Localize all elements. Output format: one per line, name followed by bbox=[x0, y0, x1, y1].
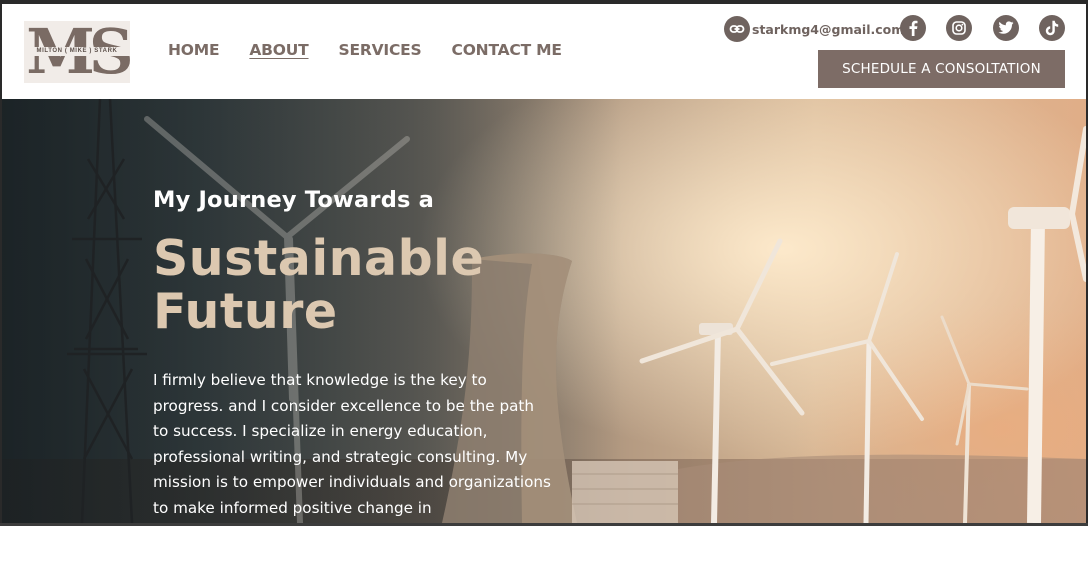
nav-item-home[interactable]: HOME bbox=[168, 41, 220, 59]
schedule-consultation-button[interactable]: SCHEDULE A CONSOLTATION bbox=[818, 50, 1065, 88]
tiktok-icon[interactable] bbox=[1039, 15, 1065, 41]
hero-subtitle: My Journey Towards a bbox=[153, 187, 435, 213]
contact-email[interactable]: starkmg4@gmail.com bbox=[724, 15, 904, 43]
link-icon bbox=[724, 16, 750, 42]
nav-item-about[interactable]: ABOUT bbox=[249, 41, 308, 59]
hero-title: Sustainable Future bbox=[153, 230, 485, 340]
window-bottom-border bbox=[0, 523, 1088, 526]
site-logo[interactable]: MS MILTON ( MIKE ) STARK bbox=[24, 21, 130, 83]
hero-body-text: I firmly believe that knowledge is the k… bbox=[153, 371, 551, 517]
main-nav: HOME ABOUT SERVICES CONTACT ME bbox=[168, 41, 592, 59]
facebook-icon[interactable] bbox=[900, 15, 926, 41]
instagram-icon[interactable] bbox=[946, 15, 972, 41]
logo-name: MILTON ( MIKE ) STARK bbox=[36, 48, 118, 54]
email-link[interactable]: starkmg4@gmail.com bbox=[752, 22, 904, 37]
site-header: MS MILTON ( MIKE ) STARK HOME ABOUT SERV… bbox=[2, 4, 1086, 99]
hero-section: My Journey Towards a Sustainable Future … bbox=[2, 99, 1086, 523]
nav-item-contact-me[interactable]: CONTACT ME bbox=[452, 41, 562, 59]
nav-item-services[interactable]: SERVICES bbox=[339, 41, 422, 59]
twitter-icon[interactable] bbox=[993, 15, 1019, 41]
